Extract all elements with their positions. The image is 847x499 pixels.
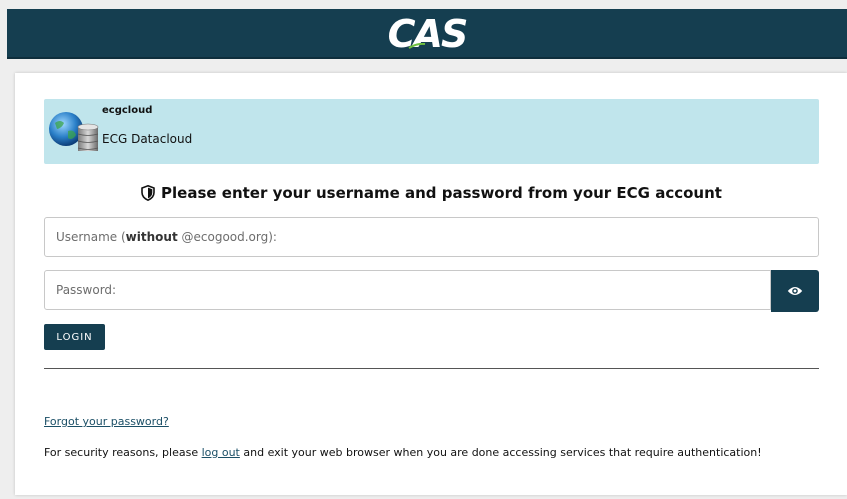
username-input[interactable]: Username (without @ecogood.org): [44, 217, 819, 257]
username-placeholder-suffix: @ecogood.org): [177, 230, 277, 244]
login-heading-text: Please enter your username and password … [161, 184, 722, 202]
service-info-box: ecgcloud ECG Datacloud [44, 99, 819, 164]
globe-database-icon [49, 112, 99, 151]
login-heading: Please enter your username and password … [44, 184, 819, 202]
login-button[interactable]: LOGIN [44, 324, 105, 350]
login-card: ecgcloud ECG Datacloud Please enter your… [15, 73, 847, 495]
logout-link[interactable]: log out [202, 446, 240, 459]
password-input[interactable]: Password: [44, 270, 771, 310]
logo-swoosh-icon [408, 43, 425, 49]
username-placeholder-bold: without [125, 230, 178, 244]
service-name: ecgcloud [102, 105, 153, 116]
service-description: ECG Datacloud [102, 132, 193, 146]
security-note-prefix: For security reasons, please [44, 446, 202, 459]
forgot-password-link[interactable]: Forgot your password? [44, 415, 169, 428]
security-note: For security reasons, please log out and… [44, 446, 834, 459]
divider [44, 368, 819, 369]
eye-icon [787, 287, 803, 295]
shield-icon [141, 185, 155, 201]
logo-text: CAS [387, 12, 469, 56]
show-password-button[interactable] [771, 270, 819, 312]
username-placeholder-prefix: Username ( [56, 230, 126, 244]
password-placeholder: Password: [56, 283, 117, 297]
cas-logo: CAS [387, 12, 469, 56]
security-note-suffix: and exit your web browser when you are d… [239, 446, 762, 459]
header-bar: CAS [7, 9, 847, 59]
